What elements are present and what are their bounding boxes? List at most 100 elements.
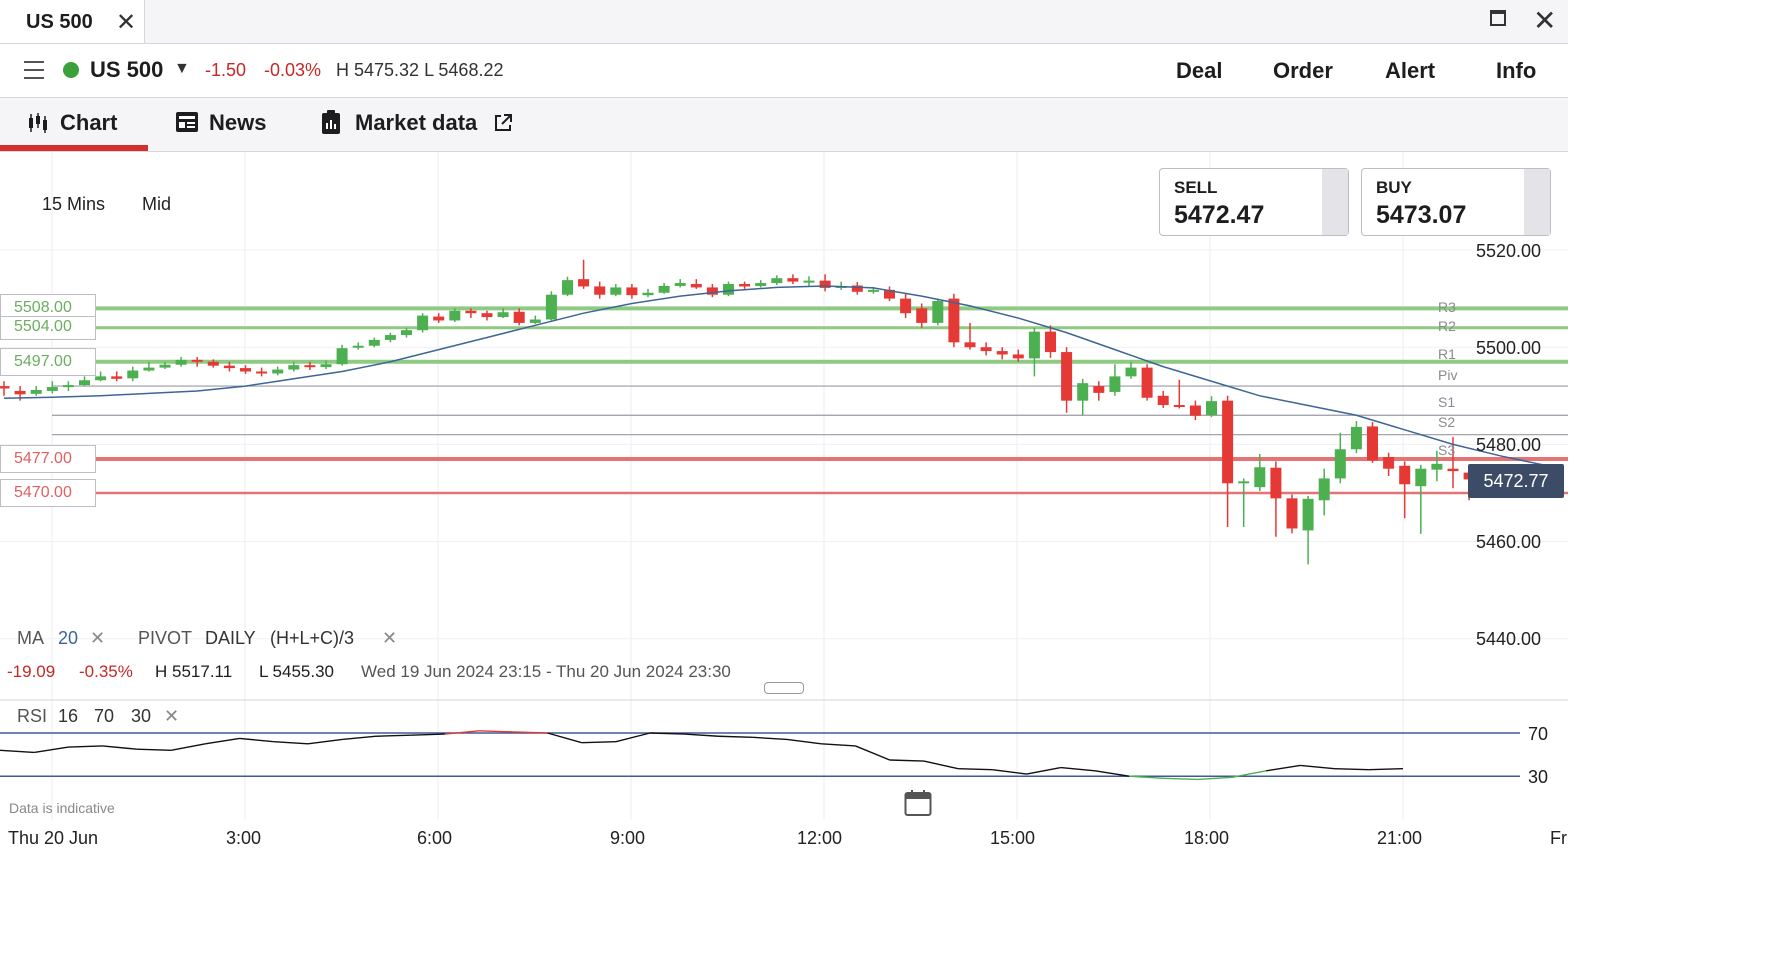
candle-body: [95, 376, 107, 381]
pivot-formula: (H+L+C)/3: [270, 628, 355, 648]
candle-body: [320, 364, 332, 368]
candle-body: [1189, 405, 1201, 416]
level-box-s3[interactable]: 5477.00: [0, 445, 96, 473]
change-points: -1.50: [205, 60, 247, 80]
rsi-segment: [170, 743, 206, 751]
close-tab-icon[interactable]: ✕: [116, 8, 136, 37]
candle-body: [771, 278, 783, 284]
rsi-segment: [34, 746, 69, 754]
price-chart[interactable]: [0, 152, 1568, 850]
x-tick-label: 15:00: [990, 828, 1036, 848]
candle-body: [674, 283, 686, 286]
change-percent: -0.03%: [264, 60, 322, 80]
maximize-icon[interactable]: [1490, 10, 1506, 26]
rsi-segment: [342, 735, 377, 741]
candle-body: [900, 298, 912, 314]
window-tab-bar: [0, 0, 1568, 44]
window-tab-title[interactable]: US 500: [26, 11, 93, 34]
candle-body: [545, 294, 557, 320]
candle-body: [1028, 331, 1040, 359]
rsi-segment: [992, 769, 1027, 775]
candle-body: [610, 287, 622, 295]
newspaper-icon: [176, 112, 198, 132]
period-change: -19.09: [7, 662, 56, 681]
candle-body: [948, 298, 960, 343]
candle-body: [529, 319, 541, 323]
remove-ma-icon[interactable]: ✕: [90, 628, 105, 649]
rsi-upper: 70: [94, 706, 115, 726]
instrument-name[interactable]: US 500: [90, 57, 163, 83]
y-tick-label: 5500.00: [1476, 338, 1542, 358]
candle-body: [1254, 467, 1266, 488]
period-low: L 5455.30: [259, 662, 334, 681]
rsi-period: 16: [58, 706, 79, 726]
deal-button[interactable]: Deal: [1176, 58, 1222, 84]
candle-body: [1077, 383, 1089, 401]
candle-body: [288, 365, 300, 370]
rsi-segment: [684, 733, 719, 737]
candle-body: [30, 389, 42, 394]
ma-line: [3, 285, 1550, 468]
candle-body: [1350, 426, 1362, 450]
rsi-segment: [102, 745, 137, 750]
candle-body: [916, 308, 928, 323]
candle-body: [207, 361, 219, 366]
tab-chart[interactable]: Chart: [60, 110, 117, 136]
order-button[interactable]: Order: [1273, 58, 1333, 84]
level-box-r1[interactable]: 5497.00: [0, 348, 96, 376]
candle-body: [111, 376, 123, 379]
info-button[interactable]: Info: [1496, 58, 1536, 84]
price-type-selector[interactable]: Mid: [142, 194, 171, 215]
period-range: Wed 19 Jun 2024 23:15 - Thu 20 Jun 2024 …: [361, 662, 731, 681]
pane-resize-handle[interactable]: [764, 682, 804, 694]
rsi-30-label: 30: [1528, 767, 1549, 787]
tab-news[interactable]: News: [209, 110, 266, 136]
disclaimer: Data is indicative: [9, 800, 115, 816]
candle-body: [79, 380, 90, 386]
candle-body: [497, 312, 509, 318]
x-tick-label: Fr: [1550, 828, 1567, 848]
candle-body: [1431, 463, 1443, 470]
external-link-icon[interactable]: [493, 113, 513, 133]
tab-market-data[interactable]: Market data: [355, 110, 477, 136]
candle-body: [739, 284, 751, 287]
candle-body: [304, 365, 316, 368]
high-low: H 5475.32 L 5468.22: [336, 60, 504, 80]
candle-body: [690, 284, 702, 288]
x-tick-label: 21:00: [1377, 828, 1423, 848]
rsi-segment: [889, 759, 924, 762]
ma-label: MA: [17, 628, 44, 648]
rsi-segment: [855, 745, 890, 761]
candle-body: [449, 310, 461, 321]
market-open-status-icon: [63, 62, 79, 78]
r2-label: R2: [1438, 318, 1456, 334]
candlestick-icon: [29, 113, 47, 133]
rsi-segment: [0, 749, 35, 754]
menu-icon[interactable]: [24, 61, 44, 85]
candle-body: [191, 359, 203, 362]
calendar-icon[interactable]: [904, 789, 932, 817]
candle-body: [143, 367, 155, 371]
rsi-70-label: 70: [1528, 724, 1549, 744]
period-change-percent: -0.35%: [79, 662, 133, 681]
candle-body: [594, 286, 606, 295]
remove-pivot-icon[interactable]: ✕: [382, 628, 397, 649]
level-box-r2[interactable]: 5504.00: [0, 316, 96, 340]
active-tab-indicator: [0, 145, 148, 151]
rsi-segment: [68, 745, 103, 748]
candle-body: [352, 345, 364, 348]
candle-body: [417, 315, 429, 331]
s2-label: S2: [1438, 414, 1456, 430]
alert-button[interactable]: Alert: [1385, 58, 1435, 84]
rsi-segment: [1163, 777, 1198, 781]
rsi-segment: [410, 733, 445, 736]
candle-body: [1093, 386, 1105, 393]
chevron-down-icon[interactable]: ▼: [174, 60, 190, 78]
candle-body: [256, 371, 268, 374]
close-window-icon[interactable]: ✕: [1533, 4, 1556, 37]
timeframe-selector[interactable]: 15 Mins: [42, 194, 105, 215]
level-box-s4[interactable]: 5470.00: [0, 479, 96, 507]
candle-body: [0, 386, 10, 389]
candle-body: [481, 313, 493, 318]
remove-rsi-icon[interactable]: ✕: [164, 706, 179, 727]
